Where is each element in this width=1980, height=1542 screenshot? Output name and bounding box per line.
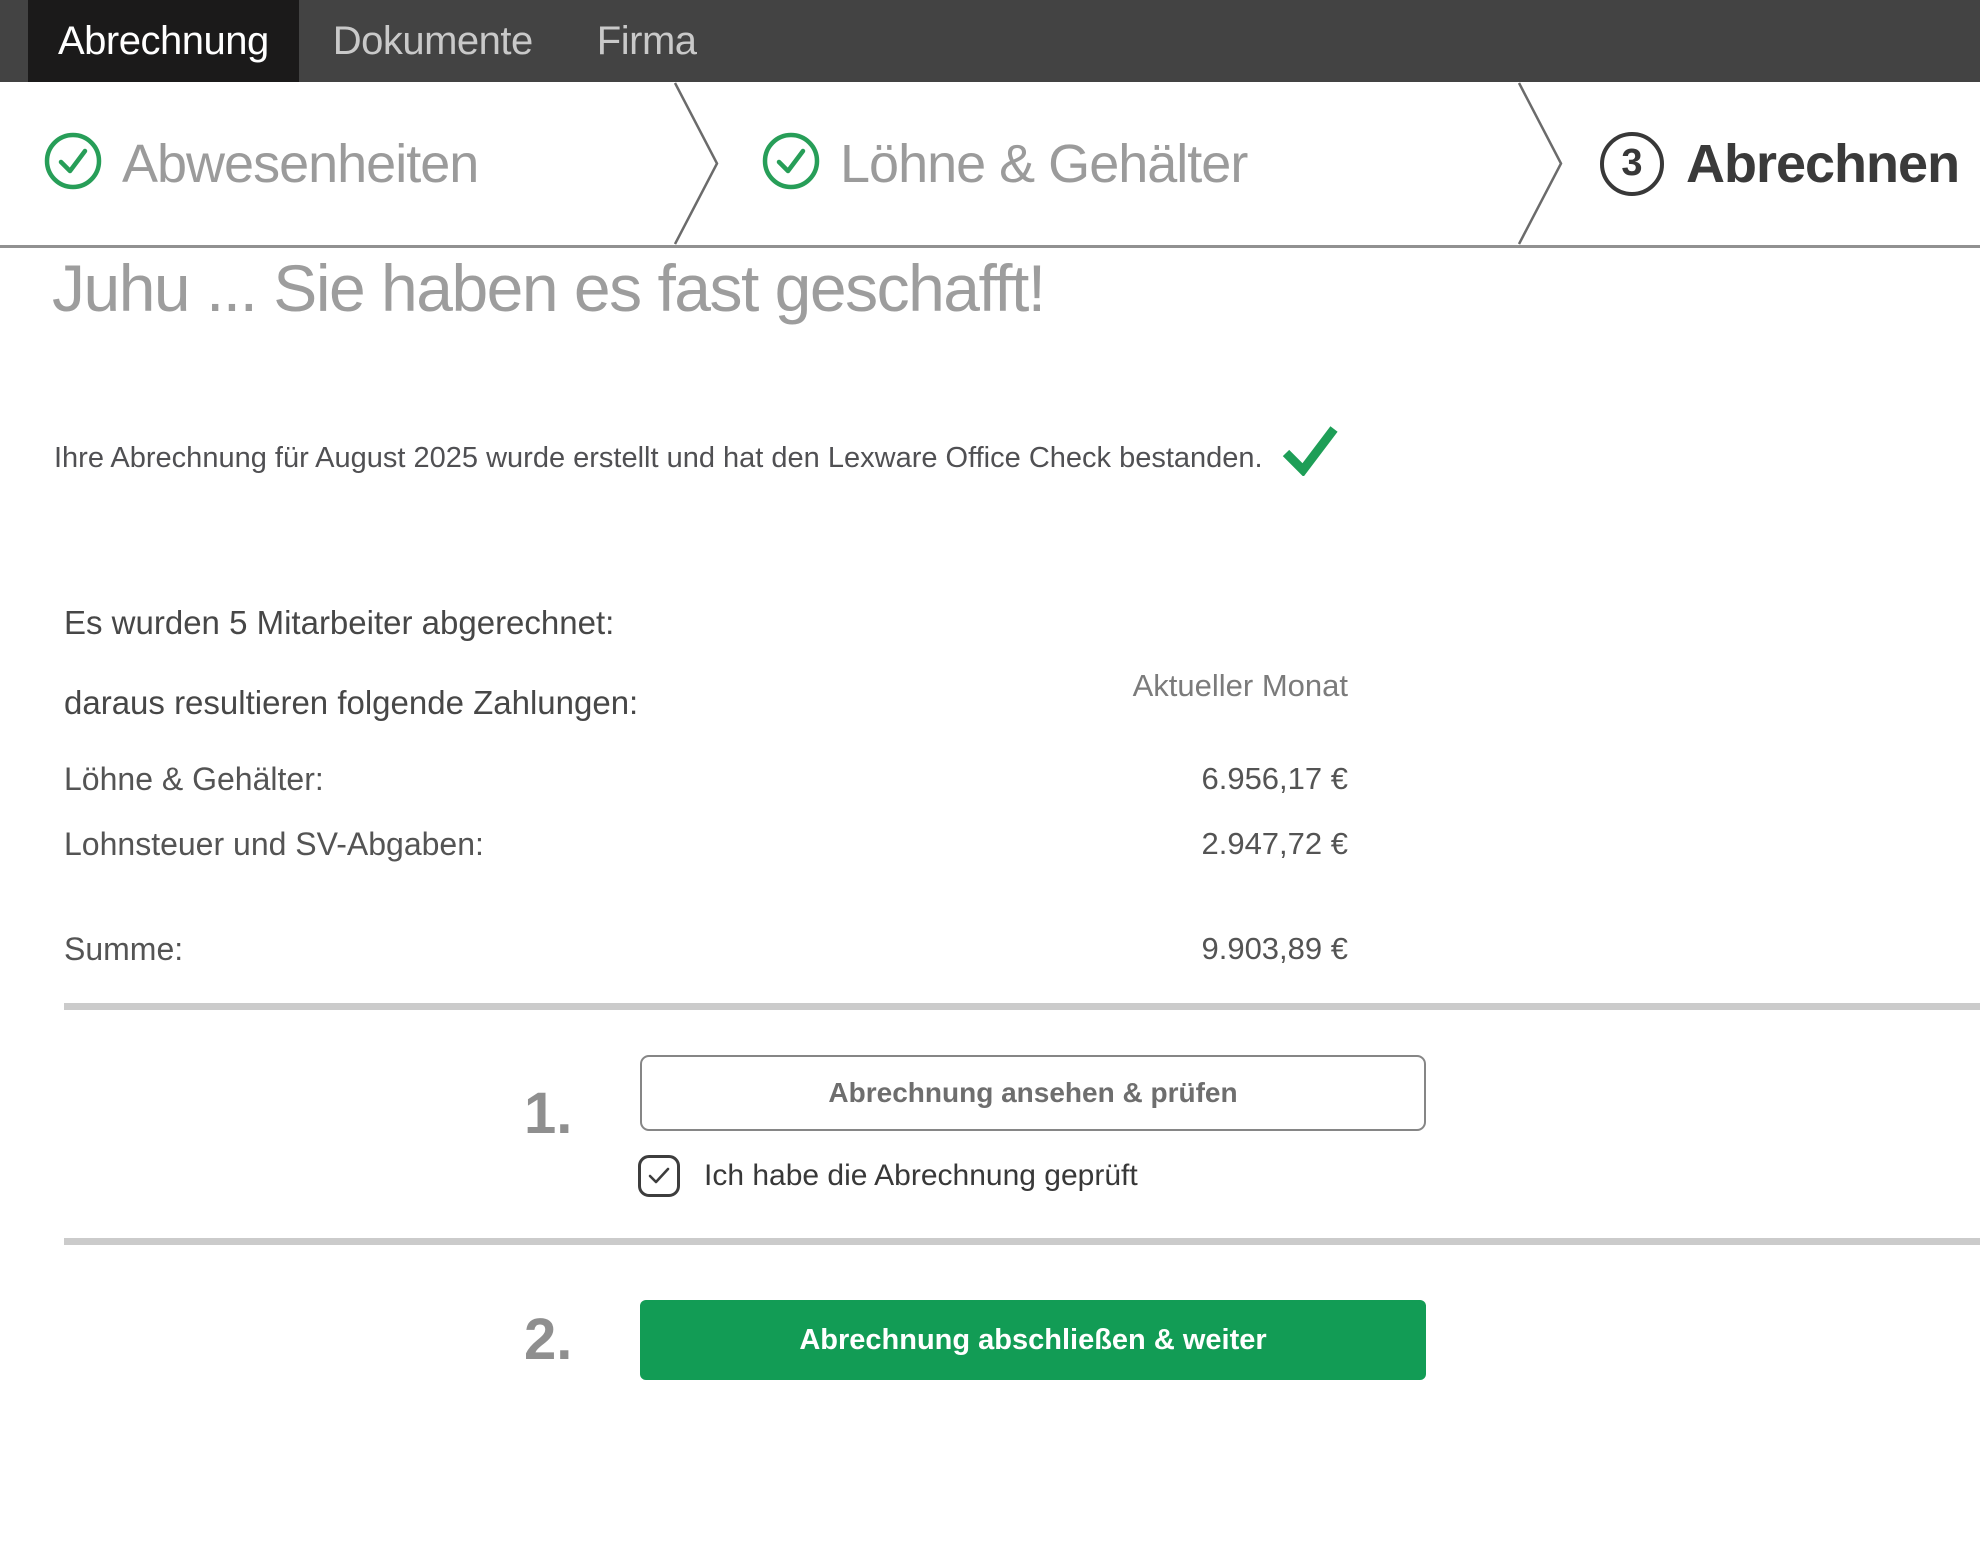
column-header-current-month: Aktueller Monat [1133,668,1348,704]
divider [64,1003,1980,1010]
step-label: Abwesenheiten [122,133,478,195]
row-label: Lohnsteuer und SV-Abgaben: [64,826,484,863]
wizard-step-loehne-gehaelter[interactable]: Löhne & Gehälter [762,82,1247,245]
checkbox-label: Ich habe die Abrechnung geprüft [704,1159,1138,1193]
total-value: 9.903,89 € [1201,931,1348,967]
confirmation-row: Ich habe die Abrechnung geprüft [638,1154,1138,1198]
table-row: Löhne & Gehälter: 6.956,17 € [64,761,1348,798]
tab-label: Dokumente [333,19,533,64]
tab-label: Firma [597,19,697,64]
check-icon [1281,424,1339,481]
action-step-number-2: 2. [524,1306,572,1373]
total-label: Summe: [64,931,183,968]
button-label: Abrechnung ansehen & prüfen [828,1077,1237,1109]
table-row: Lohnsteuer und SV-Abgaben: 2.947,72 € [64,826,1348,863]
page-title: Juhu ... Sie haben es fast geschafft! [52,250,1045,326]
check-circle-icon [762,132,820,195]
step-label: Abrechnen [1686,133,1959,195]
subheading-row: Ihre Abrechnung für August 2025 wurde er… [54,424,1339,481]
row-value: 2.947,72 € [1201,826,1348,862]
review-payroll-button[interactable]: Abrechnung ansehen & prüfen [640,1055,1426,1131]
payroll-checked-checkbox[interactable] [638,1155,680,1197]
step-number-badge: 3 [1600,132,1664,196]
chevron-right-icon [1518,82,1564,245]
checkmark-icon [647,1167,671,1185]
main-content: Juhu ... Sie haben es fast geschafft! Ih… [0,248,1980,1542]
action-step-number-1: 1. [524,1080,572,1147]
tab-dokumente[interactable]: Dokumente [303,0,563,82]
button-label: Abrechnung abschließen & weiter [799,1324,1266,1357]
row-value: 6.956,17 € [1201,761,1348,797]
wizard-step-abrechnen[interactable]: 3 Abrechnen [1600,82,1959,245]
tab-label: Abrechnung [58,19,269,64]
tab-firma[interactable]: Firma [567,0,727,82]
chevron-right-icon [674,82,720,245]
employees-summary-text: Es wurden 5 Mitarbeiter abgerechnet: [64,604,614,642]
subheading-text: Ihre Abrechnung für August 2025 wurde er… [54,442,1263,481]
check-circle-icon [44,132,102,195]
top-navbar: Abrechnung Dokumente Firma [0,0,1980,82]
payments-header-row: daraus resultieren folgende Zahlungen: A… [64,668,1348,722]
finish-payroll-button[interactable]: Abrechnung abschließen & weiter [640,1300,1426,1380]
payments-intro-text: daraus resultieren folgende Zahlungen: [64,684,638,722]
step-wizard: Abwesenheiten Löhne & Gehälter 3 Abrechn… [0,82,1980,248]
step-label: Löhne & Gehälter [840,133,1247,195]
row-label: Löhne & Gehälter: [64,761,324,798]
tab-abrechnung[interactable]: Abrechnung [28,0,299,82]
wizard-step-abwesenheiten[interactable]: Abwesenheiten [44,82,478,245]
total-row: Summe: 9.903,89 € [64,931,1348,968]
divider [64,1238,1980,1245]
